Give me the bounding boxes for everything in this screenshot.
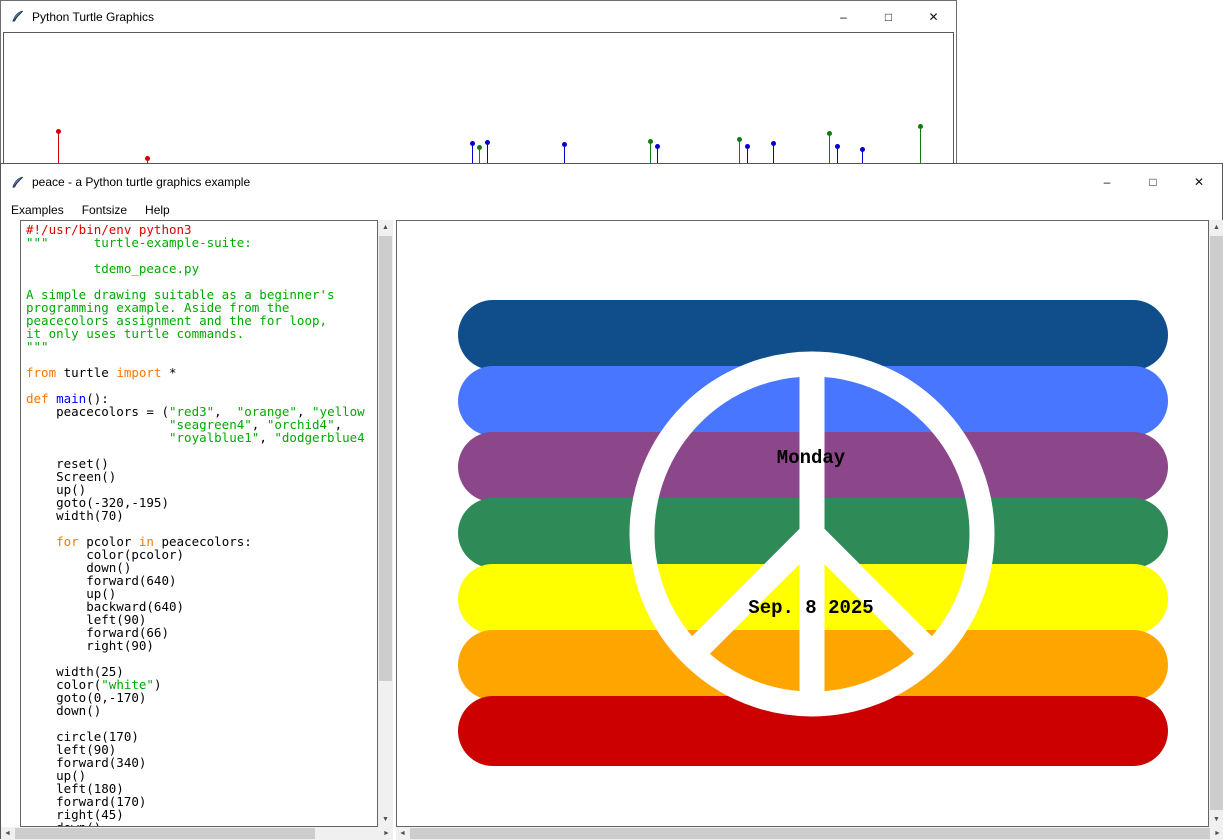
canvas-horizontal-scrollbar[interactable]: ◄ ► (396, 827, 1223, 840)
turtle-figure-stem (58, 133, 59, 164)
code-line: """ turtle-example-suite: (26, 236, 377, 249)
back-close-button[interactable]: ✕ (911, 1, 956, 32)
back-window-title: Python Turtle Graphics (32, 10, 154, 24)
code-line: it only uses turtle commands. (26, 327, 377, 340)
code-vertical-scrollbar[interactable]: ▲ ▼ (378, 220, 393, 827)
turtle-figure-stem (920, 128, 921, 164)
code-line: down() (26, 704, 377, 717)
code-line: """ (26, 340, 377, 353)
turtle-figure-stem (479, 149, 480, 164)
code-line: width(70) (26, 509, 377, 522)
scroll-down-icon[interactable]: ▼ (378, 812, 393, 827)
front-close-button[interactable]: ✕ (1176, 164, 1222, 200)
front-window-title: peace - a Python turtle graphics example (32, 175, 250, 189)
front-maximize-button[interactable]: □ (1130, 164, 1176, 200)
scroll-right-icon[interactable]: ► (380, 827, 393, 840)
peace-symbol (397, 221, 1208, 826)
scroll-left-icon[interactable]: ◄ (1, 827, 14, 840)
code-vscroll-thumb[interactable] (379, 236, 392, 681)
turtle-figure-stem (837, 148, 838, 164)
code-text: #!/usr/bin/env python3""" turtle-example… (21, 221, 377, 827)
code-editor[interactable]: #!/usr/bin/env python3""" turtle-example… (20, 220, 378, 827)
menu-item-help[interactable]: Help (136, 201, 179, 220)
menubar: ExamplesFontsizeHelp (1, 200, 1222, 220)
menu-item-examples[interactable]: Examples (2, 201, 73, 220)
code-horizontal-scrollbar[interactable]: ◄ ► (1, 827, 393, 840)
turtle-figure-stem (747, 148, 748, 164)
scroll-down-icon[interactable]: ▼ (1209, 812, 1223, 827)
scroll-up-icon[interactable]: ▲ (378, 220, 393, 235)
scroll-up-icon[interactable]: ▲ (1209, 220, 1223, 235)
turtle-figure-stem (829, 135, 830, 164)
scroll-left-icon[interactable]: ◄ (396, 827, 409, 840)
code-hscroll-thumb[interactable] (15, 828, 315, 839)
front-window-titlebar[interactable]: peace - a Python turtle graphics example… (1, 164, 1222, 200)
back-minimize-button[interactable]: – (821, 1, 866, 32)
back-window-caption-buttons: – □ ✕ (821, 1, 956, 32)
turtle-figure-stem (739, 141, 740, 164)
code-line: from turtle import * (26, 366, 377, 379)
menu-item-fontsize[interactable]: Fontsize (73, 201, 136, 220)
turtle-figure-stem (472, 145, 473, 164)
canvas-hscroll-thumb[interactable] (410, 828, 1210, 839)
canvas-text-weekday: Monday (777, 447, 845, 469)
turtle-canvas[interactable]: Monday Sep. 8 2025 (396, 220, 1209, 827)
scroll-right-icon[interactable]: ► (1211, 827, 1223, 840)
turtle-figure-stem (773, 145, 774, 164)
turtle-figure-stem (564, 146, 565, 164)
tk-feather-icon (10, 175, 25, 190)
code-line: tdemo_peace.py (26, 262, 377, 275)
turtle-figure-stem (487, 144, 488, 164)
canvas-vscroll-thumb[interactable] (1210, 236, 1223, 810)
canvas-vertical-scrollbar[interactable]: ▲ ▼ (1209, 220, 1223, 827)
tk-feather-icon (10, 9, 25, 24)
code-line: right(90) (26, 639, 377, 652)
turtle-figure-stem (657, 148, 658, 164)
code-line: "royalblue1", "dodgerblue4 (26, 431, 377, 444)
window-peace-example: peace - a Python turtle graphics example… (0, 163, 1223, 839)
back-window-titlebar[interactable]: Python Turtle Graphics – □ ✕ (1, 1, 956, 32)
front-minimize-button[interactable]: – (1084, 164, 1130, 200)
front-window-caption-buttons: – □ ✕ (1084, 164, 1222, 200)
canvas-text-date: Sep. 8 2025 (748, 597, 873, 619)
back-maximize-button[interactable]: □ (866, 1, 911, 32)
turtle-figure-stem (650, 143, 651, 164)
